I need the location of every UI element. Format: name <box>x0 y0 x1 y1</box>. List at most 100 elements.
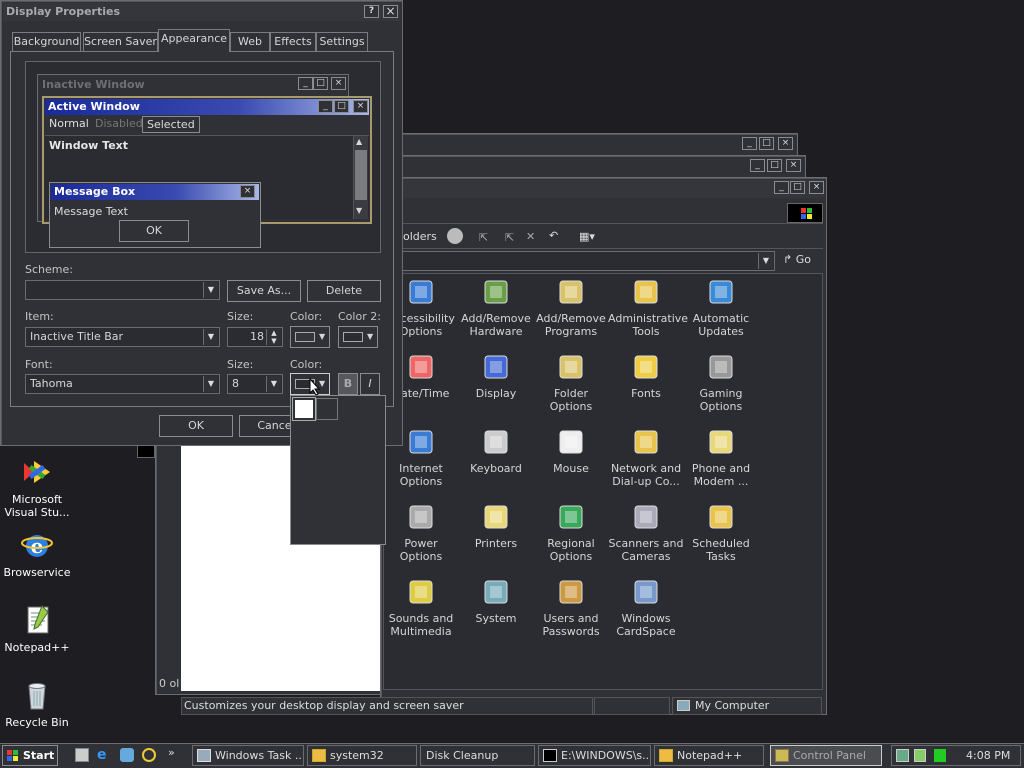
address-field[interactable]: ▼ <box>383 251 775 271</box>
control-panel-item[interactable]: Scheduled Tasks <box>683 501 759 563</box>
taskbar-button-control-panel[interactable]: Control Panel <box>770 745 882 766</box>
spinner-arrows-icon[interactable]: ▲ ▼ <box>266 329 281 345</box>
maximize-button[interactable]: □ <box>790 181 805 194</box>
control-panel-item[interactable]: Printers <box>458 501 534 550</box>
start-button[interactable]: Start <box>2 745 58 766</box>
undo-icon[interactable]: ↶ <box>549 229 558 242</box>
control-panel-item[interactable]: Windows CardSpace <box>608 576 684 638</box>
size-spinner[interactable]: 18 ▲ ▼ <box>227 327 283 347</box>
views-icon[interactable]: ▦▾ <box>579 230 595 243</box>
control-panel-item[interactable]: Add/Remove Hardware <box>458 276 534 338</box>
taskbar-button-notepad[interactable]: Notepad++ <box>654 745 764 766</box>
chevron-down-icon[interactable]: ▼ <box>203 329 218 345</box>
color2-picker-button[interactable]: ▼ <box>338 326 378 348</box>
control-panel-titlebar[interactable] <box>383 180 824 198</box>
delete-button[interactable]: Delete <box>307 280 381 302</box>
desktop-icon[interactable]: e Browservice <box>2 528 72 579</box>
chevron-down-icon[interactable]: ▼ <box>266 376 281 392</box>
minimize-button[interactable]: _ <box>774 181 789 194</box>
chevron-down-icon[interactable]: ▼ <box>203 282 218 298</box>
taskbar-button-system32[interactable]: system32 <box>307 745 417 766</box>
color-option-white[interactable] <box>292 397 316 421</box>
chevron-down-icon[interactable]: ▼ <box>758 253 773 269</box>
save-as-button[interactable]: Save As... <box>227 280 301 302</box>
item-dropdown[interactable]: Inactive Title Bar ▼ <box>25 327 220 347</box>
notepad-icon <box>20 603 54 637</box>
maximize-button[interactable]: □ <box>759 137 774 150</box>
clock[interactable]: 4:08 PM <box>966 749 1010 762</box>
control-panel-item[interactable]: Gaming Options <box>683 351 759 413</box>
quick-launch-outlook-icon[interactable] <box>120 748 134 762</box>
control-panel-item[interactable]: Display <box>458 351 534 400</box>
control-panel-item[interactable]: Users and Passwords <box>533 576 609 638</box>
control-panel-item[interactable]: Fonts <box>608 351 684 400</box>
desktop-icon[interactable]: Microsoft Visual Stu... <box>2 455 72 519</box>
history-icon[interactable] <box>447 228 463 244</box>
help-button[interactable]: ? <box>364 5 379 18</box>
control-panel-item[interactable]: Phone and Modem ... <box>683 426 759 488</box>
ie-icon: e <box>20 528 54 562</box>
move-to-icon[interactable]: ⇱ <box>479 231 488 244</box>
desktop-icon[interactable]: Notepad++ <box>2 603 72 654</box>
cmd-icon <box>543 749 557 762</box>
control-panel-item[interactable]: Network and Dial-up Co... <box>608 426 684 488</box>
close-button[interactable]: × <box>383 5 398 18</box>
control-panel-item[interactable]: Keyboard <box>458 426 534 475</box>
maximize-button[interactable]: □ <box>767 159 782 172</box>
taskbar-button-task-manager[interactable]: Windows Task ... <box>192 745 304 766</box>
display-properties-dialog[interactable]: Display Properties ? × Background Screen… <box>0 0 403 446</box>
network-tray-icon[interactable] <box>896 749 909 762</box>
tab-settings[interactable]: Settings <box>316 32 368 51</box>
color-picker-popup[interactable] <box>290 395 386 545</box>
minimize-button[interactable]: _ <box>742 137 757 150</box>
taskbar-button-cmd[interactable]: E:\WINDOWS\s... <box>538 745 651 766</box>
minimize-button[interactable]: _ <box>750 159 765 172</box>
quick-launch-search-icon[interactable] <box>142 748 156 762</box>
color-option-dark[interactable] <box>316 398 338 420</box>
display-properties-titlebar[interactable]: Display Properties <box>3 3 400 21</box>
quick-launch-ie-icon[interactable]: e <box>97 747 107 763</box>
bold-button[interactable]: B <box>338 373 358 395</box>
desktop-icon[interactable]: Recycle Bin <box>2 678 72 729</box>
folders-button[interactable]: olders <box>403 230 437 243</box>
gaming-icon <box>705 351 737 383</box>
status-tray-icon[interactable] <box>934 749 946 762</box>
item-value: Inactive Title Bar <box>30 330 124 343</box>
font-size-dropdown[interactable]: 8 ▼ <box>227 374 283 394</box>
tasks-icon <box>705 501 737 533</box>
control-panel-item[interactable]: System <box>458 576 534 625</box>
volume-tray-icon[interactable] <box>914 749 926 762</box>
italic-button[interactable]: I <box>360 373 380 395</box>
control-panel-item[interactable]: Administrative Tools <box>608 276 688 338</box>
control-panel-item[interactable]: Sounds and Multimedia <box>384 576 459 638</box>
taskbar-button-disk-cleanup[interactable]: Disk Cleanup <box>420 745 535 766</box>
font-dropdown[interactable]: Tahoma ▼ <box>25 374 220 394</box>
close-button[interactable]: × <box>786 159 801 172</box>
control-panel-item[interactable]: Power Options <box>384 501 459 563</box>
control-panel-item[interactable]: Add/Remove Programs <box>533 276 609 338</box>
scheme-dropdown[interactable]: ▼ <box>25 280 220 300</box>
quick-launch-chevron-icon[interactable]: » <box>168 746 175 759</box>
control-panel-item[interactable]: Automatic Updates <box>683 276 759 338</box>
control-panel-item[interactable]: Folder Options <box>533 351 609 413</box>
explorer-black-block <box>137 444 155 458</box>
go-button[interactable]: ↱ Go <box>783 253 811 266</box>
delete-icon[interactable]: ✕ <box>526 230 535 243</box>
control-panel-item[interactable]: Regional Options <box>533 501 609 563</box>
close-button[interactable]: × <box>778 137 793 150</box>
color-picker-button[interactable]: ▼ <box>290 326 330 348</box>
control-panel-item[interactable]: Mouse <box>533 426 609 475</box>
desktop-icon-label: Microsoft Visual Stu... <box>4 493 70 519</box>
close-button[interactable]: × <box>809 181 824 194</box>
tab-effects[interactable]: Effects <box>270 32 316 51</box>
quick-launch-desktop-icon[interactable] <box>75 748 89 762</box>
tab-appearance[interactable]: Appearance <box>158 29 230 52</box>
ok-button[interactable]: OK <box>159 415 233 437</box>
chevron-down-icon[interactable]: ▼ <box>203 376 218 392</box>
tab-web[interactable]: Web <box>230 32 270 51</box>
tab-background[interactable]: Background <box>12 32 81 51</box>
copy-to-icon[interactable]: ⇱ <box>505 231 514 244</box>
control-panel-window[interactable]: _ □ × olders ⇱ ⇱ ✕ ↶ ▦▾ ▼ ↱ Go Accessibi… <box>380 177 827 715</box>
control-panel-item[interactable]: Scanners and Cameras <box>608 501 684 563</box>
tab-screen-saver[interactable]: Screen Saver <box>83 32 158 51</box>
